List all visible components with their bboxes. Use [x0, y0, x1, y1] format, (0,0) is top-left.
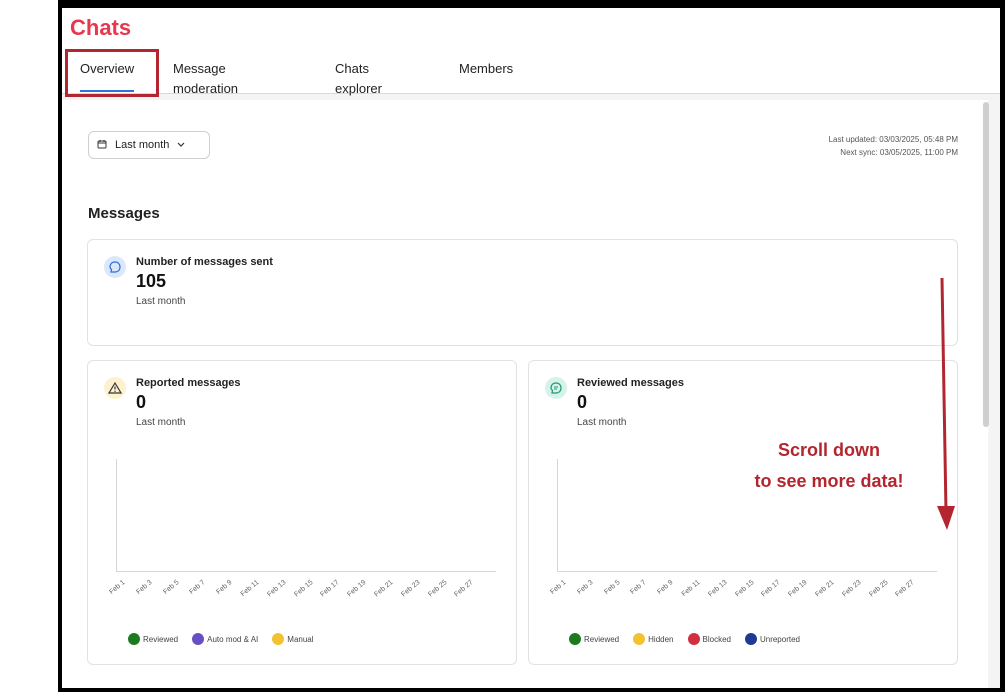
x-tick-label: Feb 27 [453, 579, 475, 599]
messages-sent-value: 105 [136, 271, 167, 291]
legend-label: Blocked [702, 634, 731, 644]
legend-label: Reviewed [143, 634, 179, 644]
legend-item[interactable]: Blocked [687, 633, 731, 645]
legend-item[interactable]: Reviewed [569, 633, 619, 645]
legend-label: Manual [287, 634, 314, 644]
legend-dot-icon [272, 633, 285, 645]
tab-members[interactable]: Members [459, 58, 513, 94]
x-tick-label: Feb 17 [760, 579, 782, 599]
date-range-label: Last month [115, 139, 170, 151]
legend-label: Auto mod & AI [207, 634, 259, 644]
page-title: Chats [70, 15, 132, 40]
reported-messages-label: Reported messages [136, 377, 241, 389]
messages-section-title: Messages [88, 205, 160, 222]
x-tick-label: Feb 5 [161, 579, 181, 596]
x-tick-label: Feb 17 [319, 579, 341, 599]
tab-chats-explorer[interactable]: Chats explorer [335, 58, 382, 96]
x-tick-label: Feb 3 [576, 579, 595, 596]
scroll-annotation: Scroll down to see more data! [734, 435, 924, 497]
x-tick-label: Feb 25 [426, 579, 449, 599]
next-sync-text: Next sync: 03/05/2025, 11:00 PM [840, 148, 958, 157]
legend-dot-icon [569, 633, 581, 645]
x-tick-label: Feb 5 [602, 579, 622, 596]
x-tick-label: Feb 25 [867, 579, 890, 599]
annotation-line-1: Scroll down [777, 440, 880, 460]
tab-highlight-box [65, 49, 159, 97]
x-tick-label: Feb 21 [814, 579, 836, 599]
legend-item[interactable]: Reviewed [128, 633, 178, 645]
x-tick-label: Feb 15 [733, 579, 756, 599]
x-tick-label: Feb 21 [373, 579, 395, 599]
reported-messages-card: Reported messages 0 Last month Feb 1 Feb … [87, 360, 517, 665]
tab-message-moderation[interactable]: Message moderation [173, 58, 238, 96]
x-tick-label: Feb 9 [215, 579, 234, 596]
chart-x-axis [557, 571, 937, 572]
chart-x-axis [116, 571, 496, 572]
x-tick-label: Feb 15 [292, 579, 315, 599]
warning-icon [104, 377, 126, 399]
legend-label: Hidden [648, 634, 674, 644]
legend-dot-icon [744, 633, 757, 645]
legend-item[interactable]: Hidden [633, 633, 674, 645]
reported-messages-value: 0 [136, 392, 147, 412]
reviewed-messages-label: Reviewed messages [577, 377, 685, 389]
reviewed-messages-period: Last month [577, 417, 627, 428]
x-tick-label: Feb 1 [549, 579, 568, 596]
scroll-arrow-icon [937, 277, 955, 530]
legend-dot-icon [633, 633, 646, 645]
reviewed-messages-value: 0 [577, 392, 588, 412]
legend-dot-icon [192, 633, 205, 645]
reviewed-messages-card: Reviewed messages 0 Last month Feb 1 Feb … [528, 360, 958, 665]
x-tick-label: Feb 11 [680, 579, 702, 599]
scrollbar[interactable] [982, 102, 990, 682]
chart-legend: Reviewed Auto mod & AI Manual [128, 633, 314, 645]
app-window: Chats Overview Message moderation Chats … [62, 8, 1000, 688]
x-tick-label: Feb 23 [841, 579, 863, 599]
reported-messages-period: Last month [136, 417, 186, 428]
x-tick-label: Feb 23 [400, 579, 422, 599]
calendar-icon [97, 139, 107, 152]
x-tick-label: Feb 7 [188, 579, 207, 596]
date-range-dropdown[interactable]: Last month [88, 131, 210, 159]
header: Chats Overview Message moderation Chats … [62, 8, 1000, 97]
messages-sent-label: Number of messages sent [136, 256, 273, 268]
annotation-line-2: to see more data! [754, 471, 904, 491]
x-tick-label: Feb 13 [266, 579, 288, 599]
legend-item[interactable]: Unreported [744, 633, 800, 645]
scrollbar-thumb[interactable] [983, 102, 989, 427]
chevron-down-icon [177, 139, 185, 151]
x-tick-label: Feb 19 [346, 579, 368, 599]
legend-dot-icon [128, 633, 140, 645]
chart-y-axis [116, 459, 117, 571]
sync-info: Last updated: 03/03/2025, 05:48 PM Next … [829, 133, 958, 159]
messages-sent-period: Last month [136, 296, 186, 307]
last-updated-text: Last updated: 03/03/2025, 05:48 PM [828, 135, 958, 144]
legend-label: Reviewed [584, 634, 620, 644]
x-tick-label: Feb 1 [108, 579, 127, 596]
chat-bubble-icon [104, 256, 126, 278]
reviewed-icon [545, 377, 567, 399]
x-tick-label: Feb 13 [707, 579, 729, 599]
x-tick-label: Feb 19 [787, 579, 809, 599]
main-content: Last month Last updated: 03/03/2025, 05:… [62, 100, 988, 688]
x-tick-label: Feb 3 [135, 579, 154, 596]
legend-item[interactable]: Manual [272, 633, 314, 645]
legend-dot-icon [687, 633, 700, 645]
x-tick-label: Feb 11 [239, 579, 261, 599]
legend-item[interactable]: Auto mod & AI [192, 633, 258, 645]
x-tick-label: Feb 27 [894, 579, 916, 599]
messages-sent-card: Number of messages sent 105 Last month [87, 239, 958, 346]
chart-y-axis [557, 459, 558, 571]
chart-legend: Reviewed Hidden Blocked Unreported [569, 633, 800, 645]
x-tick-label: Feb 7 [629, 579, 648, 596]
x-tick-label: Feb 9 [656, 579, 675, 596]
legend-label: Unreported [759, 634, 800, 644]
